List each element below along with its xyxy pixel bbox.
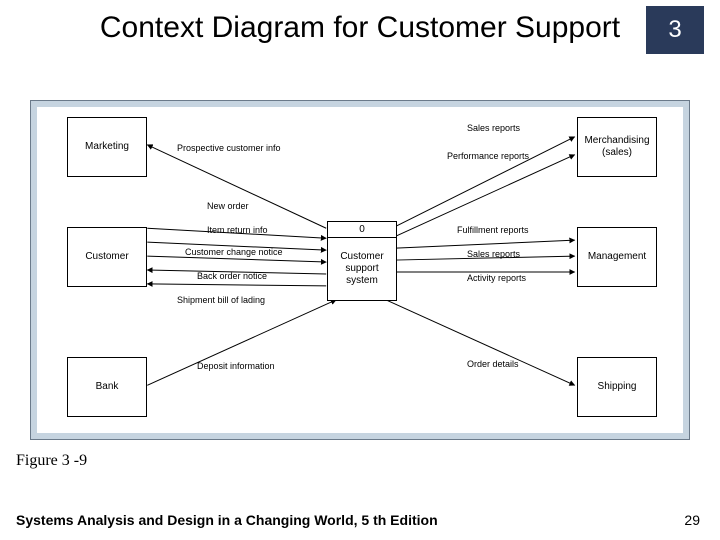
entity-customer: Customer bbox=[67, 227, 147, 287]
entity-merchandising: Merchandising (sales) bbox=[577, 117, 657, 177]
entity-label: Customer bbox=[85, 251, 128, 263]
flow-sales-mid: Sales reports bbox=[467, 249, 520, 259]
chapter-badge: 3 bbox=[646, 6, 704, 54]
entity-label: Merchandising (sales) bbox=[580, 135, 654, 159]
flow-fulfillment: Fulfillment reports bbox=[457, 225, 529, 235]
figure-label: Figure 3 -9 bbox=[16, 452, 87, 470]
page-number: 29 bbox=[684, 512, 700, 528]
flow-prospective: Prospective customer info bbox=[177, 143, 281, 153]
diagram-frame: Marketing Customer Bank Merchandising (s… bbox=[30, 100, 690, 440]
entity-shipping: Shipping bbox=[577, 357, 657, 417]
entity-bank: Bank bbox=[67, 357, 147, 417]
flow-performance: Performance reports bbox=[447, 151, 529, 161]
process-customer-support: 0 Customer support system bbox=[327, 221, 397, 301]
entity-label: Shipping bbox=[598, 381, 637, 393]
flow-change-notice: Customer change notice bbox=[185, 247, 283, 257]
flow-sales-top: Sales reports bbox=[467, 123, 520, 133]
diagram-canvas: Marketing Customer Bank Merchandising (s… bbox=[37, 107, 683, 433]
flow-back-order: Back order notice bbox=[197, 271, 267, 281]
flow-new-order: New order bbox=[207, 201, 249, 211]
entity-label: Marketing bbox=[85, 141, 129, 153]
chapter-number: 3 bbox=[668, 16, 681, 44]
process-id: 0 bbox=[328, 222, 396, 238]
entity-label: Bank bbox=[96, 381, 119, 393]
flow-item-return: Item return info bbox=[207, 225, 268, 235]
entity-management: Management bbox=[577, 227, 657, 287]
flow-deposit: Deposit information bbox=[197, 361, 275, 371]
flow-ship-lading: Shipment bill of lading bbox=[177, 295, 265, 305]
flow-order-details: Order details bbox=[467, 359, 519, 369]
footer-text: Systems Analysis and Design in a Changin… bbox=[16, 512, 438, 528]
entity-marketing: Marketing bbox=[67, 117, 147, 177]
flow-activity: Activity reports bbox=[467, 273, 526, 283]
process-name: Customer support system bbox=[328, 238, 396, 300]
page-title: Context Diagram for Customer Support bbox=[0, 0, 720, 56]
entity-label: Management bbox=[588, 251, 646, 263]
